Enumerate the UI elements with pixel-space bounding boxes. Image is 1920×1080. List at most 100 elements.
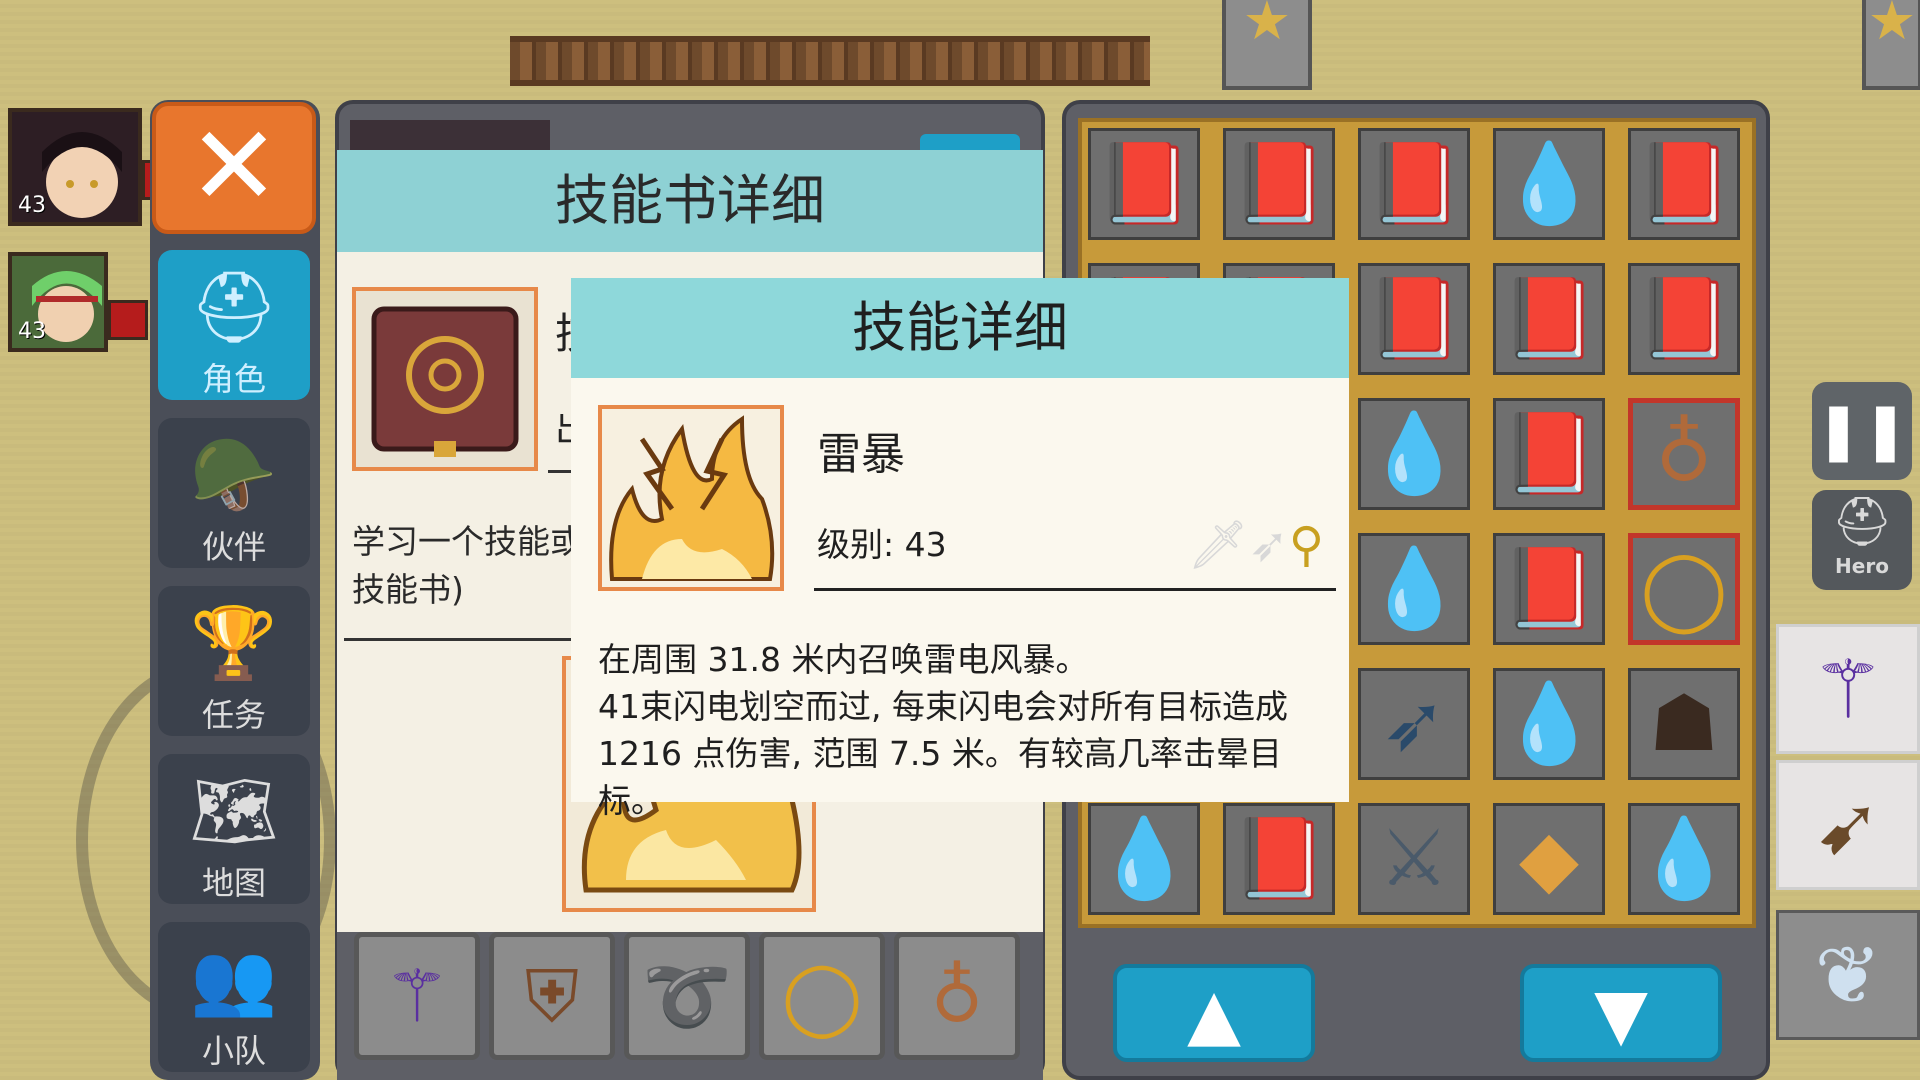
divider	[814, 588, 1336, 591]
team-icon: 👥	[190, 938, 278, 1020]
close-button[interactable]: ✕	[152, 102, 316, 234]
inventory-slot[interactable]: 📕	[1352, 257, 1476, 381]
hero-button[interactable]: ⛑ Hero	[1812, 490, 1912, 590]
party-member-portrait[interactable]: 43	[8, 108, 142, 226]
map-scroll-icon: 🗺	[189, 770, 279, 852]
purple-gem-icon: 💧	[1365, 409, 1463, 499]
spellbook-icon: 📕	[1635, 274, 1733, 364]
divider	[344, 638, 574, 641]
wing-icon: ❦	[1814, 929, 1882, 1022]
helmet-icon: ⛑	[1831, 494, 1893, 550]
inventory-slot[interactable]: ◯	[1622, 527, 1746, 651]
up-arrow-icon: ▲	[1187, 973, 1241, 1055]
dark-cloak-icon: ☗	[1649, 679, 1719, 769]
equipment-slot[interactable]: ♁	[894, 932, 1020, 1060]
equipment-slot[interactable]: ⛨	[489, 932, 615, 1060]
red-gem-icon: 💧	[1365, 544, 1463, 634]
description-line: 41束闪电划空而过, 每束闪电会对所有目标造成	[598, 687, 1288, 726]
skill-level: 级别: 43	[817, 525, 947, 564]
spellbook-icon: 📕	[1230, 139, 1328, 229]
amber-gem-icon: ◆	[1519, 814, 1579, 904]
description-line: 在周围 31.8 米内召唤雷电风暴。	[598, 640, 1089, 679]
menu-item-map[interactable]: 🗺 地图	[158, 754, 310, 904]
stone-pillar: ★	[1222, 0, 1312, 90]
bow-icon: ➶	[1248, 517, 1289, 573]
staff-icon: ⚲	[1288, 517, 1324, 573]
skill-icon-frame	[598, 405, 784, 591]
inventory-slot[interactable]: 📕	[1487, 527, 1611, 651]
blade-icon: ⚔	[1379, 814, 1449, 904]
menu-item-companion[interactable]: 🪖 伙伴	[158, 418, 310, 568]
party-level: 43	[18, 319, 46, 344]
staff-icon: ⚚	[384, 954, 450, 1038]
scroll-down-button[interactable]: ▼	[1520, 964, 1722, 1062]
amulet-icon: ♁	[930, 954, 984, 1038]
menu-item-label: 小队	[201, 1032, 266, 1070]
inventory-slot[interactable]: 📕	[1352, 122, 1476, 246]
inventory-slot[interactable]: 📕	[1217, 122, 1341, 246]
spellbook-icon: 📕	[1500, 409, 1598, 499]
green-gem-icon: 💧	[1500, 139, 1598, 229]
inventory-slot[interactable]: ➶	[1352, 662, 1476, 786]
inventory-slot[interactable]: 📕	[1622, 122, 1746, 246]
amulet-icon: ♁	[1655, 409, 1713, 499]
scroll-up-button[interactable]: ▲	[1113, 964, 1315, 1062]
trophy-icon: 🏆	[190, 602, 278, 684]
star-icon: ★	[1867, 0, 1917, 52]
inventory-slot[interactable]: ☗	[1622, 662, 1746, 786]
horned-helmet-icon: 🪖	[190, 434, 278, 516]
inventory-slot[interactable]: 📕	[1487, 257, 1611, 381]
inventory-slot[interactable]: ⚔	[1352, 797, 1476, 921]
blue-gem-icon: 💧	[1635, 814, 1733, 904]
equipment-slot[interactable]: ⚚	[354, 932, 480, 1060]
sword-icon: 🗡	[1187, 517, 1249, 573]
down-arrow-icon: ▼	[1594, 973, 1648, 1055]
menu-item-label: 地图	[201, 864, 266, 902]
spellbook-icon: 📕	[1500, 544, 1598, 634]
inventory-slot[interactable]: 💧	[1352, 392, 1476, 516]
inventory-slot[interactable]: ◆	[1487, 797, 1611, 921]
spellbook-icon: 📕	[1500, 274, 1598, 364]
party-member-portrait[interactable]: 43	[8, 252, 108, 352]
bow-icon: ➶	[1381, 679, 1447, 769]
menu-item-character[interactable]: ⛑ 角色	[158, 250, 310, 400]
inventory-slot[interactable]: 💧	[1487, 122, 1611, 246]
wooden-fence	[510, 36, 1150, 86]
description-line: 1216 点伤害, 范围 7.5 米。有较高几率击晕目标。	[598, 734, 1282, 820]
menu-item-label: 任务	[201, 696, 266, 734]
skill-book-icon	[352, 287, 538, 471]
red-gem-icon: 💧	[1500, 679, 1598, 769]
skill-name: 雷暴	[817, 429, 905, 480]
menu-item-team[interactable]: 👥 小队	[158, 922, 310, 1072]
skill-detail-title: 技能详细	[571, 278, 1349, 378]
menu-item-label: 角色	[201, 360, 266, 398]
pause-button[interactable]: ❚❚	[1812, 382, 1912, 480]
skill-book-title: 技能书详细	[337, 150, 1043, 252]
pause-icon: ❚❚	[1815, 398, 1909, 463]
spellbook-icon: 📕	[1365, 274, 1463, 364]
helmet-icon: ⛑	[189, 266, 279, 348]
close-icon: ✕	[187, 102, 281, 230]
equipment-slot[interactable]: ◯	[759, 932, 885, 1060]
menu-item-quest[interactable]: 🏆 任务	[158, 586, 310, 736]
spellbook-icon: 📕	[1230, 814, 1328, 904]
usable-weapons: 🗡➶⚲	[1140, 512, 1324, 578]
party-level: 43	[18, 193, 46, 218]
spellbook-icon: 📕	[1365, 139, 1463, 229]
inventory-slot[interactable]: 💧	[1487, 662, 1611, 786]
quick-slot[interactable]: ⚚	[1776, 624, 1920, 754]
inventory-slot[interactable]: 📕	[1487, 392, 1611, 516]
crossbow-icon: ➹	[1814, 779, 1882, 872]
inventory-slot[interactable]: ♁	[1622, 392, 1746, 516]
equipment-slot[interactable]: ➰	[624, 932, 750, 1060]
inventory-slot[interactable]: 📕	[1082, 122, 1206, 246]
bracelet-icon: ➰	[642, 954, 732, 1038]
quick-slot[interactable]: ❦	[1776, 910, 1920, 1040]
spellbook-icon: 📕	[1635, 139, 1733, 229]
inventory-slot[interactable]: 💧	[1352, 527, 1476, 651]
inventory-slot[interactable]: 💧	[1622, 797, 1746, 921]
ring-icon: ◯	[781, 954, 863, 1038]
skill-description: 在周围 31.8 米内召唤雷电风暴。 41束闪电划空而过, 每束闪电会对所有目标…	[598, 636, 1338, 824]
inventory-slot[interactable]: 📕	[1622, 257, 1746, 381]
quick-slot[interactable]: ➹	[1776, 760, 1920, 890]
